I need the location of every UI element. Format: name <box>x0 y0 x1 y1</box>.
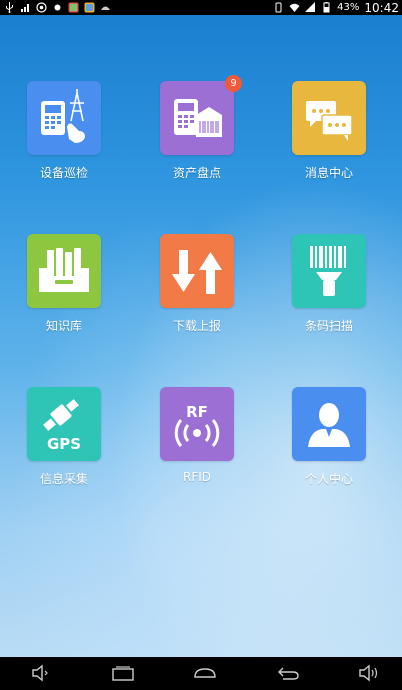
recent-apps-icon <box>112 666 134 681</box>
app-icon <box>54 4 61 11</box>
knowledge-base-icon <box>27 234 101 308</box>
tile-label: RFID <box>182 470 212 484</box>
profile-icon <box>292 387 366 461</box>
gps-text: GPS <box>47 435 81 453</box>
tile-label: 消息中心 <box>304 166 353 180</box>
app-icon <box>84 2 95 13</box>
tile-download-upload[interactable]: 下载上报 <box>157 234 237 334</box>
signal-icon <box>21 4 29 12</box>
app-icon <box>101 6 110 10</box>
tile-message-center[interactable]: 消息中心 <box>289 81 369 181</box>
volume-up-button[interactable] <box>356 663 382 683</box>
device-inspection-icon <box>27 81 101 155</box>
status-bar: 43% 10:42 <box>0 0 402 15</box>
usb-icon <box>6 2 13 13</box>
tile-profile[interactable]: 个人中心 <box>289 387 369 487</box>
tile-barcode-scan[interactable]: 条码扫描 <box>289 234 369 334</box>
tile-label: 个人中心 <box>304 472 353 486</box>
back-button[interactable] <box>275 663 301 683</box>
tile-label: 信息采集 <box>39 472 88 486</box>
volume-down-icon <box>32 664 48 682</box>
clock: 10:42 <box>364 0 399 15</box>
message-center-icon <box>292 81 366 155</box>
battery-percent: 43% <box>337 2 360 13</box>
tile-label: 设备巡检 <box>39 166 88 180</box>
app-icon <box>36 2 47 13</box>
barcode-scan-icon <box>292 234 366 308</box>
home-button[interactable] <box>192 663 218 683</box>
recent-apps-button[interactable] <box>110 663 136 683</box>
asset-inventory-icon: 9 <box>160 75 242 155</box>
battery-icon <box>323 2 330 13</box>
notification-badge: 9 <box>225 75 242 92</box>
volume-up-icon <box>359 664 378 682</box>
tile-label: 知识库 <box>45 319 82 333</box>
tile-device-inspection[interactable]: 设备巡检 <box>24 81 104 181</box>
tile-label: 下载上报 <box>172 319 221 333</box>
notification-icons <box>4 1 111 14</box>
vibrate-icon <box>275 2 282 13</box>
status-icons: 43% 10:42 <box>273 0 399 15</box>
download-upload-icon <box>160 234 234 308</box>
tile-rfid[interactable]: RF RFID <box>157 387 237 484</box>
signal-icon <box>305 2 316 12</box>
tile-asset-inventory[interactable]: 9 资产盘点 <box>157 75 242 181</box>
app-icon <box>68 2 79 13</box>
gps-collect-icon: GPS <box>27 387 101 461</box>
back-icon <box>278 667 299 680</box>
home-icon <box>194 668 216 678</box>
tile-label: 资产盘点 <box>172 166 221 180</box>
tile-label: 条码扫描 <box>304 319 353 333</box>
wifi-icon <box>289 3 300 12</box>
rfid-icon: RF <box>160 387 234 461</box>
home-screen: 设备巡检 9 资产盘点 消息中心 知识库 下载上报 条码扫描 GPS 信息采集 … <box>0 15 402 657</box>
rf-text: RF <box>186 403 208 421</box>
tile-info-collection[interactable]: GPS 信息采集 <box>24 387 104 487</box>
navigation-bar <box>0 657 402 690</box>
tile-knowledge-base[interactable]: 知识库 <box>24 234 104 334</box>
volume-down-button[interactable] <box>27 663 53 683</box>
